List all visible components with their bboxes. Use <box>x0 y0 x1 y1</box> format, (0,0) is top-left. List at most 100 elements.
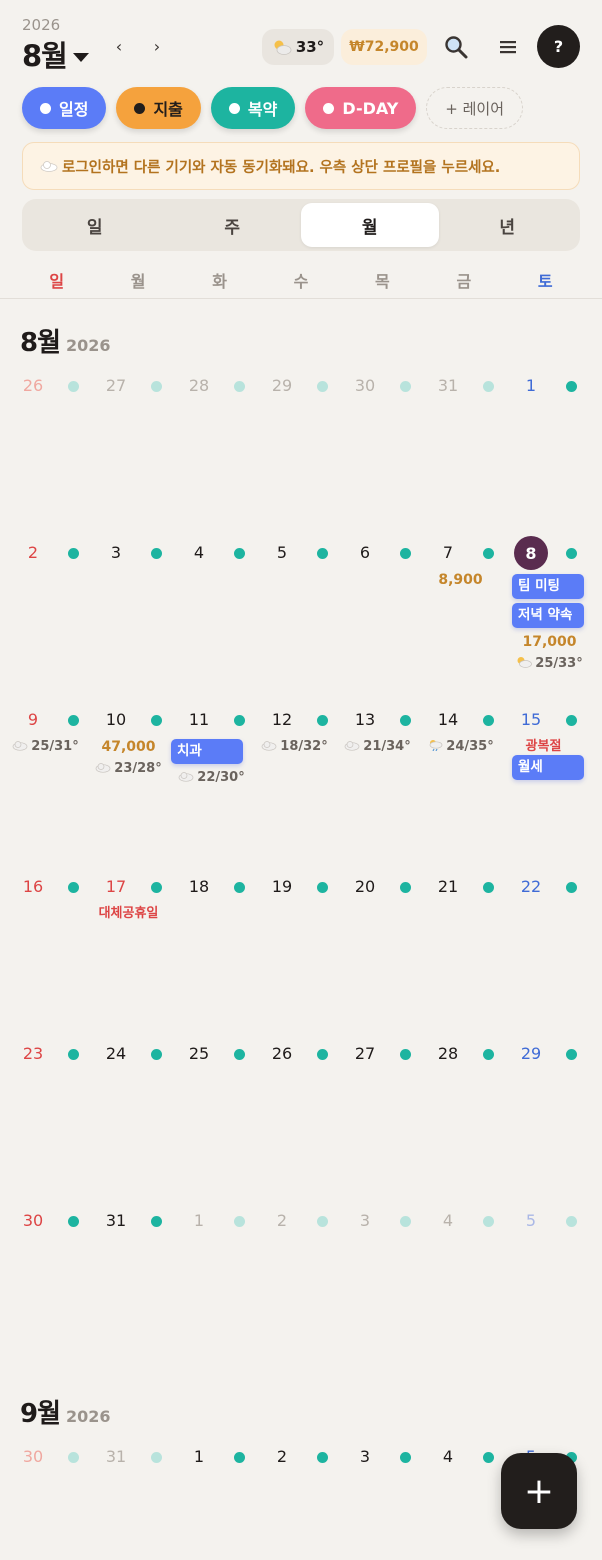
calendar-day-cell[interactable]: 29 <box>502 1039 585 1199</box>
medication-dot-icon <box>68 882 79 893</box>
medication-dot-icon <box>483 1049 494 1060</box>
calendar-day-cell[interactable]: 31 <box>87 1206 170 1366</box>
month-title[interactable]: 8월 <box>22 33 68 75</box>
calendar-day-cell[interactable]: 23 <box>4 1039 87 1199</box>
calendar-day-cell[interactable]: 7 8,900 <box>419 538 502 698</box>
calendar-day-cell[interactable]: 11 치과 22/30° <box>170 705 253 865</box>
calendar-day-cell[interactable]: 25 <box>170 1039 253 1199</box>
spend-total-chip[interactable]: ₩72,900 <box>341 29 427 65</box>
medication-dot-icon <box>234 882 245 893</box>
calendar-day-cell[interactable]: 4 <box>419 1206 502 1366</box>
menu-icon[interactable] <box>491 30 525 64</box>
prev-month-button[interactable]: ‹ <box>106 34 132 60</box>
add-event-button[interactable]: + <box>501 1453 577 1529</box>
layer-label: 일정 <box>59 100 89 119</box>
calendar-day-cell[interactable]: 29 <box>253 371 336 531</box>
event-chip[interactable]: 팀 미팅 <box>512 574 584 599</box>
event-chip[interactable]: 월세 <box>512 755 584 780</box>
weather-temp-range: 23/28° <box>114 761 162 776</box>
calendar-day-cell[interactable]: 21 <box>419 872 502 1032</box>
search-icon[interactable] <box>439 30 473 64</box>
calendar-day-cell[interactable]: 18 <box>170 872 253 1032</box>
layer-chip-dday[interactable]: D-DAY <box>305 87 417 129</box>
layer-chip-medication[interactable]: 복약 <box>210 87 296 129</box>
tab-week[interactable]: 주 <box>164 203 302 247</box>
calendar-day-cell[interactable]: 3 <box>87 538 170 698</box>
medication-dot-icon <box>483 548 494 559</box>
sync-banner[interactable]: 로그인하면 다른 기기와 자동 동기화돼요. 우측 상단 프로필을 누르세요. <box>22 142 580 190</box>
calendar-day-cell[interactable]: 13 21/34° <box>336 705 419 865</box>
day-number: 5 <box>525 1211 537 1230</box>
today-day-number: 8 <box>514 536 548 570</box>
calendar-day-cell[interactable]: 2 <box>4 538 87 698</box>
medication-dot-icon <box>483 1216 494 1227</box>
calendar-day-cell[interactable]: 15 광복절 월세 <box>502 705 585 865</box>
weather-chip[interactable]: 33° <box>262 29 334 65</box>
calendar-day-cell[interactable]: 2 <box>253 1206 336 1366</box>
layer-chip-schedule[interactable]: 일정 <box>22 87 107 129</box>
calendar-day-cell[interactable]: 8 팀 미팅 저녁 약속 17,000 25/33° <box>502 536 585 698</box>
calendar-day-cell[interactable]: 3 <box>336 1442 419 1560</box>
medication-dot-icon <box>151 715 162 726</box>
caret-down-icon[interactable] <box>73 53 89 62</box>
day-number: 18 <box>188 877 210 896</box>
calendar-day-cell[interactable]: 24 <box>87 1039 170 1199</box>
profile-help-button[interactable]: ? <box>537 25 580 68</box>
calendar-day-cell[interactable]: 31 <box>87 1442 170 1560</box>
medication-dot-icon <box>234 381 245 392</box>
calendar-day-cell[interactable]: 26 <box>4 371 87 531</box>
calendar-day-cell[interactable]: 16 <box>4 872 87 1032</box>
calendar-day-cell[interactable]: 28 <box>170 371 253 531</box>
day-number: 4 <box>442 1447 454 1466</box>
calendar-day-cell[interactable]: 5 <box>253 538 336 698</box>
calendar-day-cell[interactable]: 28 <box>419 1039 502 1199</box>
day-number: 25 <box>188 1044 210 1063</box>
calendar-day-cell[interactable]: 4 <box>170 538 253 698</box>
weekday-mon: 월 <box>130 272 146 291</box>
day-number: 19 <box>271 877 293 896</box>
calendar-day-cell[interactable]: 1 <box>170 1442 253 1560</box>
calendar-day-cell[interactable]: 4 <box>419 1442 502 1560</box>
calendar-day-cell[interactable]: 1 <box>170 1206 253 1366</box>
calendar-day-cell[interactable]: 17 대체공휴일 <box>87 872 170 1032</box>
day-number: 11 <box>188 710 210 729</box>
medication-dot-icon <box>317 1049 328 1060</box>
calendar-day-cell[interactable]: 19 <box>253 872 336 1032</box>
calendar-day-cell[interactable]: 14 24/35° <box>419 705 502 865</box>
calendar-day-cell[interactable]: 30 <box>4 1442 87 1560</box>
calendar-day-cell[interactable]: 1 <box>502 371 585 531</box>
calendar-day-cell[interactable]: 22 <box>502 872 585 1032</box>
calendar-day-cell[interactable]: 30 <box>4 1206 87 1366</box>
layer-label: 지출 <box>153 100 183 119</box>
add-layer-button[interactable]: + 레이어 <box>426 87 524 129</box>
next-month-button[interactable]: › <box>144 34 170 60</box>
partly-cloudy-icon <box>274 40 292 55</box>
calendar-day-cell[interactable]: 27 <box>336 1039 419 1199</box>
weather-temp-range: 22/30° <box>197 770 245 785</box>
event-chip[interactable]: 치과 <box>171 739 243 764</box>
day-number: 2 <box>276 1447 288 1466</box>
calendar-day-cell[interactable]: 27 <box>87 371 170 531</box>
month-section-name: 9월 <box>20 1399 61 1429</box>
event-chip[interactable]: 저녁 약속 <box>512 603 584 628</box>
calendar-day-cell[interactable]: 12 18/32° <box>253 705 336 865</box>
calendar-day-cell[interactable]: 31 <box>419 371 502 531</box>
tab-year[interactable]: 년 <box>439 203 577 247</box>
calendar-day-cell[interactable]: 5 <box>502 1206 585 1366</box>
tab-day[interactable]: 일 <box>26 203 164 247</box>
day-number: 3 <box>359 1447 371 1466</box>
day-number: 1 <box>193 1211 205 1230</box>
calendar-day-cell[interactable]: 3 <box>336 1206 419 1366</box>
calendar-day-cell[interactable]: 2 <box>253 1442 336 1560</box>
day-number: 14 <box>437 710 459 729</box>
calendar-day-cell[interactable]: 26 <box>253 1039 336 1199</box>
calendar-day-cell[interactable]: 20 <box>336 872 419 1032</box>
calendar-day-cell[interactable]: 6 <box>336 538 419 698</box>
calendar-day-cell[interactable]: 30 <box>336 371 419 531</box>
calendar-day-cell[interactable]: 10 47,000 23/28° <box>87 705 170 865</box>
tab-month[interactable]: 월 <box>301 203 439 247</box>
layer-chip-expense[interactable]: 지출 <box>116 87 201 129</box>
month-section-title: 9월 2026 <box>20 1393 111 1430</box>
calendar-day-cell[interactable]: 9 25/31° <box>4 705 87 865</box>
medication-dot-icon <box>566 381 577 392</box>
